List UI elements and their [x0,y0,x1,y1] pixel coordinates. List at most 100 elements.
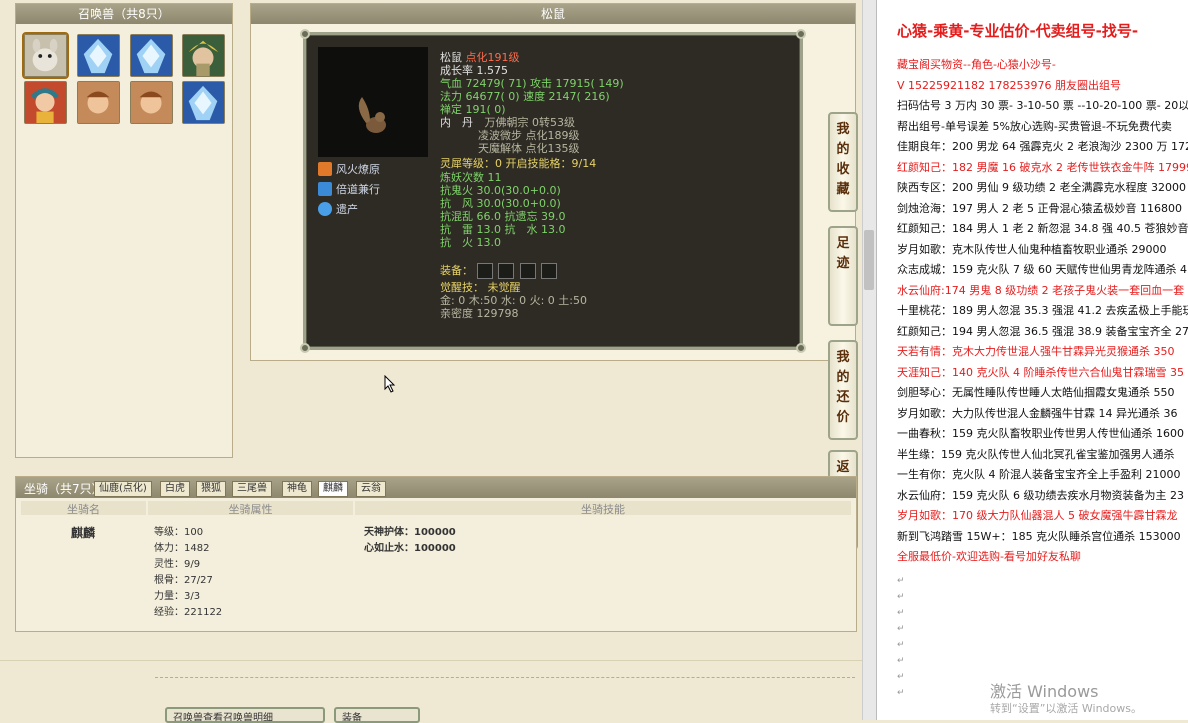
pet-ice-spirit-3[interactable] [182,81,225,124]
doc-line: 红颜知己：184 男人 1 老 2 新忽混 34.8 强 40.5 苍狼妙音 2 [897,222,1188,235]
pet-advance: 点化191级 [465,51,520,64]
neidan-2: 凌波微步 点化189级 [478,129,580,142]
tab-mount-5[interactable]: 神龟 [282,481,312,497]
my-bargain-button[interactable]: 我的还价 [828,340,858,440]
pet-elements: 金: 0 木:50 水: 0 火: 0 土:50 [440,294,587,307]
pet-info-box: 松鼠 点化191级 成长率 1.575 气血 72479( 71) 攻击 179… [300,29,806,353]
resist-3: 抗混乱 66.0 抗遗忘 39.0 [440,210,566,223]
pet-growth: 成长率 1.575 [440,64,508,77]
doc-title: 心猿-乘黄-专业估价-代卖组号-找号- [897,22,1139,40]
skill-2[interactable]: 倍道兼行 [318,181,380,197]
pet-name: 松鼠 [440,51,462,64]
bottom-bar [0,660,862,720]
mount-attr: 经验：221122 [154,607,223,618]
mount-attr: 等级：100 [154,527,204,538]
paragraph-mark-icon: ↵ [897,688,905,698]
mount-skill: 天神护体：100000 [364,527,456,538]
equip-slot-1[interactable] [476,263,493,279]
doc-line: 红颜知己：182 男魔 16 破克水 2 老传世铁衣金牛阵 17999 [897,160,1188,174]
mount-attr: 根骨：27/27 [154,575,213,586]
pet-hp-attack: 气血 72479( 71) 攻击 17915( 149) [440,77,624,90]
doc-line: 红颜知己：194 男人忽混 36.5 强混 38.9 装备宝宝齐全 275 [897,324,1188,338]
mount-attrs: 等级：100 体力：1482 灵性：9/9 根骨：27/27 力量：3/3 经验… [154,525,222,621]
paragraph-mark-icon: ↵ [897,672,905,682]
doc-line: 佳期良年：200 男龙 64 强霹克火 2 老浪淘沙 2300 万 17200 [897,140,1188,153]
tab-mount-1[interactable]: 仙鹿(点化) [94,481,152,497]
neidan-label: 内 丹 [440,116,473,129]
skill-3-label: 遗产 [336,203,358,216]
tab-mount-4[interactable]: 三尾兽 [232,481,272,497]
pet-ice-spirit-2[interactable] [130,34,173,77]
corner-ornament [300,29,310,39]
pet-boy-1[interactable] [77,81,120,124]
mount-attr: 体力：1482 [154,543,210,554]
mount-tab-bar: 坐骑（共7只） 仙鹿(点化) 白虎 猥狐 三尾兽 神龟 麒麟 云翁 [16,477,856,498]
paragraph-mark-icon: ↵ [897,576,905,586]
tab-mount-2[interactable]: 白虎 [160,481,190,497]
pet-lingxi: 灵犀等级：0 开启技能格：9/14 [440,157,597,170]
equip-slot-3[interactable] [519,263,536,279]
activation-watermark: 激活 Windows [990,682,1099,701]
doc-line: 扫码估号 3 万内 30 票- 3-10-50 票 --10-20-100 票-… [897,99,1188,112]
corner-ornament [300,343,310,353]
corner-ornament [796,343,806,353]
pet-lianyao: 炼妖次数 11 [440,171,502,184]
summon-detail-button[interactable]: 召唤兽查看召唤兽明细 [165,707,325,723]
skill-1[interactable]: 风火燎原 [318,161,380,177]
tab-mount-3[interactable]: 猥狐 [196,481,226,497]
doc-line: 半生缘：159 克火队传世人仙北冥孔雀宝鉴加强男人通杀 [897,447,1175,461]
mount-attr: 力量：3/3 [154,591,201,602]
col-mount-attrs: 坐骑属性 [148,501,353,516]
paragraph-mark-icon: ↵ [897,656,905,666]
doc-line: 天涯知己：140 克火队 4 阶睡杀传世六合仙鬼甘霖瑞雪 35 [897,365,1184,379]
equip-label: 装备： [440,264,473,277]
legacy-skill-icon [318,202,332,216]
resist-1: 抗鬼火 30.0(30.0+0.0) [440,184,561,197]
paragraph-mark-icon: ↵ [897,608,905,618]
doc-line: 水云仙府：159 克火队 6 级功绩去疾水月物资装备为主 23 [897,488,1184,502]
equip-slot-4[interactable] [541,263,557,279]
pet-dancer[interactable] [24,81,67,124]
pet-squirrel[interactable] [22,32,69,79]
doc-line: 帮出组号-单号误差 5%放心选购-买贵管退-不玩免费代卖 [897,119,1172,133]
pet-zen: 禅定 191( 0) [440,103,506,116]
pet-golden-warrior[interactable] [182,34,225,77]
doc-line: 岁月如歌：170 级大力队仙器混人 5 破女魔强牛霹甘霖龙 [897,509,1178,522]
doc-line: 一生有你：克火队 4 阶混人装备宝宝齐全上手盈利 21000 [897,468,1181,481]
footprint-button[interactable]: 足迹 [828,226,858,326]
paragraph-mark-icon: ↵ [897,624,905,634]
mouse-cursor-icon [384,375,396,393]
pet-intimacy: 亲密度 129798 [440,307,519,320]
doc-line: 水云仙府:174 男鬼 8 级功绩 2 老孩子鬼火装一套回血一套 [897,283,1185,297]
doc-line: 剑烛沧海：197 男人 2 老 5 正骨混心猿孟极妙音 116800 [897,201,1182,215]
doc-line: 全服最低价-欢迎选购-看号加好友私聊 [897,550,1081,563]
scrollbar-thumb[interactable] [864,230,874,290]
squirrel-icon [318,47,428,157]
pet-boy-2[interactable] [130,81,173,124]
neidan-1: 万佛朝宗 0转53级 [484,116,576,129]
neidan-3: 天魔解体 点化135级 [478,142,580,155]
pet-awaken: 觉醒技： 未觉醒 [440,281,521,294]
summon-panel-title: 召唤兽（共8只） [16,4,232,24]
activation-watermark-sub: 转到“设置”以激活 Windows。 [990,702,1142,715]
skill-3[interactable]: 遗产 [318,201,358,217]
tab-mount-7[interactable]: 云翁 [356,481,386,497]
wind-skill-icon [318,182,332,196]
document-window: 心猿-乘黄-专业估价-代卖组号-找号- 藏宝阁买物资--角色-心猿小沙号- V 1… [876,0,1188,720]
doc-line: 一曲春秋：159 克火队畜牧职业传世男人传世仙通杀 1600 [897,427,1184,440]
pet-neidan: 内 丹 万佛朝宗 0转53级 [440,116,575,129]
my-favorites-button[interactable]: 我的收藏 [828,112,858,212]
equip-slot-2[interactable] [498,263,514,279]
col-mount-name: 坐骑名 [21,501,146,516]
equipment-button[interactable]: 装备 [334,707,420,723]
mount-name: 麒麟 [71,526,96,540]
page-scrollbar[interactable] [862,0,876,720]
doc-line: 十里桃花：189 男人忽混 35.3 强混 41.2 去疾孟极上手能玩 [897,304,1188,317]
mount-panel: 坐骑（共7只） 仙鹿(点化) 白虎 猥狐 三尾兽 神龟 麒麟 云翁 坐骑名 坐骑… [15,476,857,632]
tab-mount-6[interactable]: 麒麟 [318,481,348,497]
doc-line: 新到飞鸿踏雪 15W+：185 克火队睡杀宫位通杀 153000 [897,529,1181,543]
pet-mp-speed: 法力 64677( 0) 速度 2147( 216) [440,90,610,103]
paragraph-mark-icon: ↵ [897,592,905,602]
doc-line: 众志成城：159 克火队 7 级 60 天赋传世仙男青龙阵通杀 4 [897,263,1187,276]
pet-ice-spirit-1[interactable] [77,34,120,77]
